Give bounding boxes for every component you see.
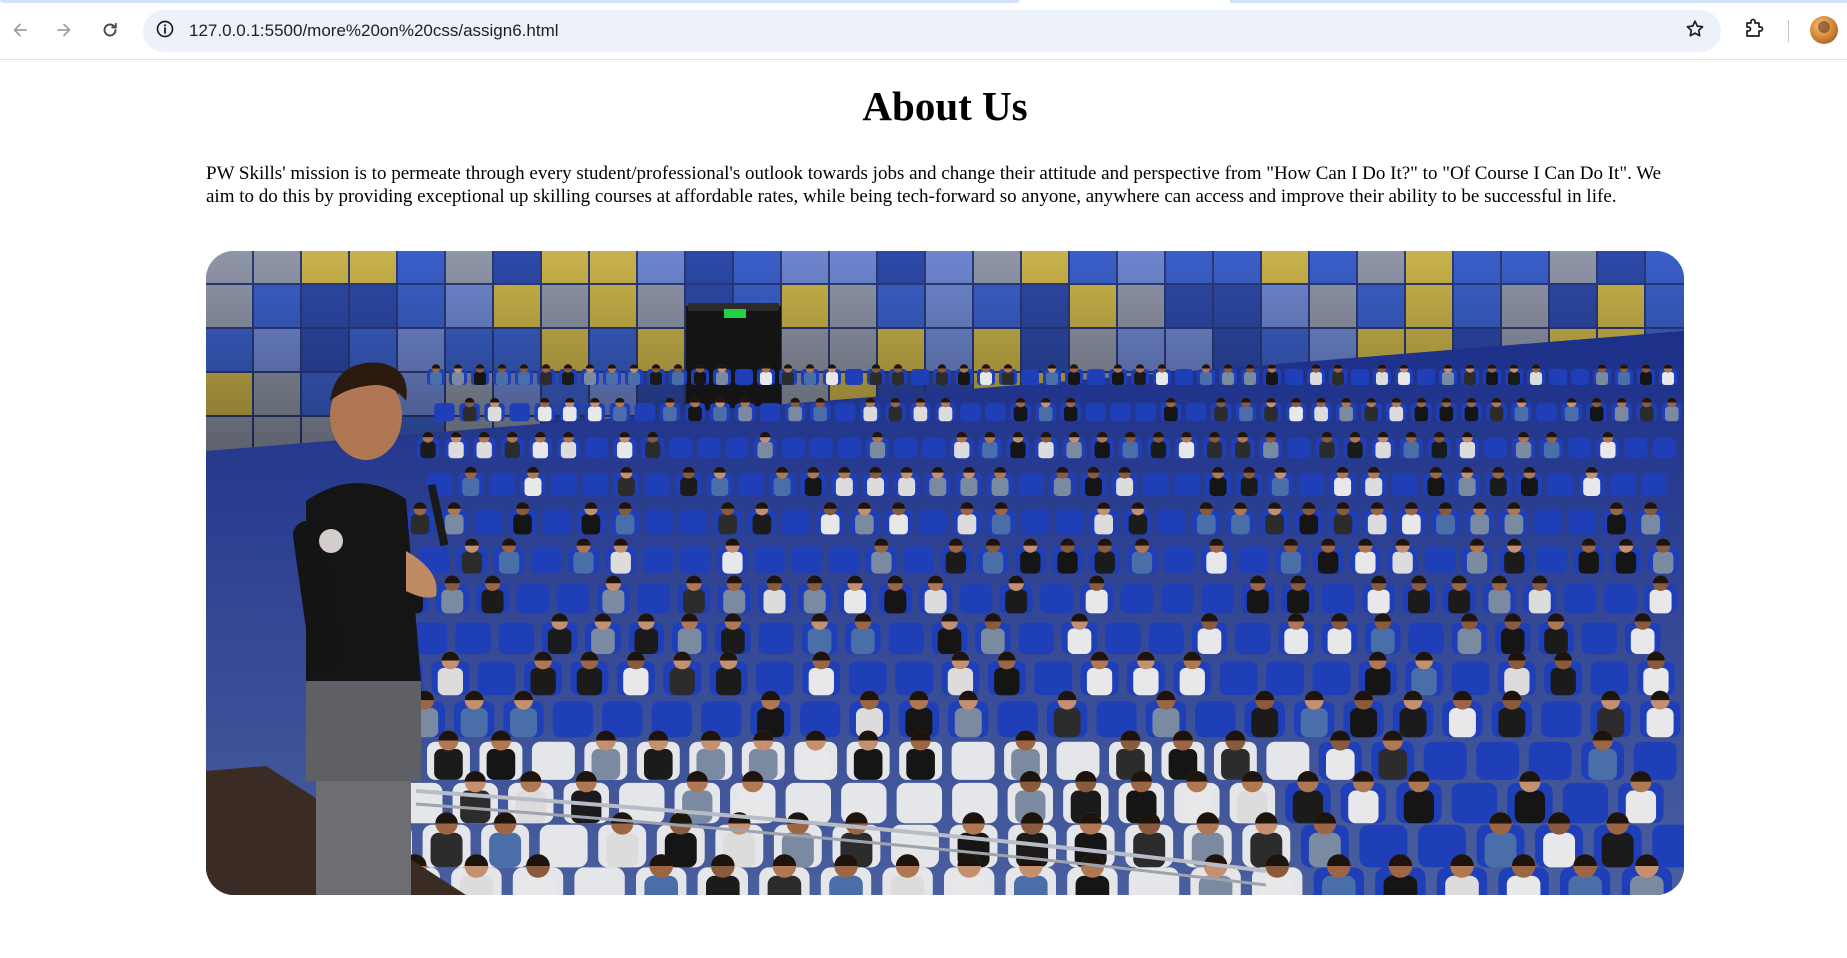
info-circle-icon (155, 19, 175, 44)
tab-strip (0, 0, 1847, 3)
forward-button[interactable] (48, 14, 80, 46)
avatar[interactable] (1810, 16, 1838, 44)
site-info-button[interactable] (153, 19, 177, 43)
toolbar-divider (1788, 20, 1789, 42)
arrow-right-icon (54, 20, 74, 40)
active-tab-edge[interactable] (0, 0, 1020, 3)
exit-sign (724, 309, 746, 318)
page-title: About Us (862, 83, 1028, 129)
mission-paragraph: PW Skills' mission is to permeate throug… (206, 163, 1662, 207)
url-text[interactable]: 127.0.0.1:5500/more%20on%20css/assign6.h… (189, 21, 559, 41)
puzzle-icon (1742, 16, 1766, 45)
page-body: About Us PW Skills' mission is to permea… (0, 61, 1847, 958)
back-button[interactable] (4, 14, 36, 46)
address-bar[interactable]: 127.0.0.1:5500/more%20on%20css/assign6.h… (143, 10, 1721, 52)
bookmark-button[interactable] (1683, 19, 1707, 43)
inactive-tab-edge[interactable] (1230, 0, 1847, 3)
arrow-left-icon (10, 20, 30, 40)
browser-toolbar: 127.0.0.1:5500/more%20on%20css/assign6.h… (0, 0, 1847, 60)
auditorium-photo (206, 251, 1684, 895)
reload-icon (100, 20, 120, 40)
reload-button[interactable] (94, 14, 126, 46)
auditorium-illustration (206, 251, 1684, 895)
star-icon (1684, 18, 1706, 45)
extensions-button[interactable] (1740, 16, 1768, 44)
